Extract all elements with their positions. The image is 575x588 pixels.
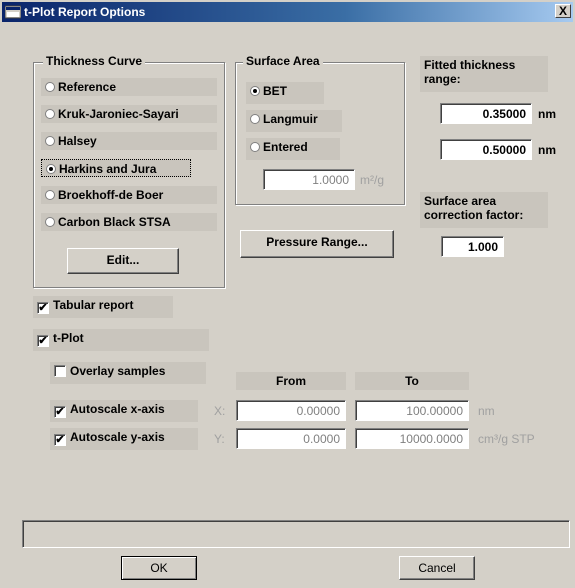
status-bar bbox=[22, 520, 570, 548]
checkbox-box bbox=[54, 365, 66, 377]
radio-carbon-black-stsa[interactable]: Carbon Black STSA bbox=[41, 213, 217, 231]
radio-label: Broekhoff-de Boer bbox=[58, 188, 164, 202]
radio-langmuir[interactable]: Langmuir bbox=[246, 110, 342, 132]
radio-circle bbox=[45, 82, 55, 92]
radio-entered[interactable]: Entered bbox=[246, 138, 340, 160]
radio-circle bbox=[45, 109, 55, 119]
fitted-thickness-label: Fitted thickness range: bbox=[420, 56, 548, 92]
radio-circle-selected bbox=[250, 86, 260, 96]
cancel-button-label: Cancel bbox=[418, 561, 456, 575]
x-axis-label: X: bbox=[214, 404, 226, 418]
radio-label: Carbon Black STSA bbox=[58, 215, 171, 229]
radio-harkins-and-jura[interactable]: Harkins and Jura bbox=[41, 159, 191, 177]
to-column-header: To bbox=[355, 372, 469, 390]
tabular-report-checkbox[interactable]: ✔ Tabular report bbox=[33, 296, 173, 318]
x-axis-to-field[interactable]: 100.00000 bbox=[355, 400, 469, 421]
autoscale-y-axis-checkbox[interactable]: ✔ Autoscale y-axis bbox=[50, 428, 198, 450]
y-axis-unit: cm³/g STP bbox=[478, 432, 535, 446]
ok-button-label: OK bbox=[150, 561, 168, 575]
autoscale-x-axis-checkbox[interactable]: ✔ Autoscale x-axis bbox=[50, 400, 198, 422]
radio-circle-selected bbox=[46, 164, 56, 174]
fitted-thickness-max-field[interactable]: 0.50000 bbox=[440, 139, 532, 160]
radio-circle bbox=[250, 142, 260, 152]
surface-area-legend: Surface Area bbox=[243, 54, 323, 68]
edit-button-label: Edit... bbox=[106, 253, 140, 267]
radio-label: Langmuir bbox=[263, 112, 318, 126]
tabular-report-label: Tabular report bbox=[53, 298, 134, 312]
fitted-thickness-label-text: Fitted thickness range: bbox=[424, 58, 516, 86]
autoscale-y-axis-label: Autoscale y-axis bbox=[70, 430, 165, 444]
thickness-curve-legend: Thickness Curve bbox=[43, 54, 146, 68]
overlay-samples-label: Overlay samples bbox=[70, 364, 166, 378]
x-axis-from-field[interactable]: 0.00000 bbox=[236, 400, 346, 421]
radio-label: Reference bbox=[58, 80, 117, 94]
close-button[interactable]: X bbox=[555, 4, 571, 18]
entered-surface-area-unit: m²/g bbox=[360, 173, 384, 187]
overlay-samples-checkbox[interactable]: Overlay samples bbox=[50, 362, 206, 384]
radio-halsey[interactable]: Halsey bbox=[41, 132, 217, 150]
fitted-thickness-min-unit: nm bbox=[538, 107, 556, 121]
t-plot-checkbox[interactable]: ✔ t-Plot bbox=[33, 329, 209, 351]
fitted-thickness-max-unit: nm bbox=[538, 143, 556, 157]
checkmark-icon: ✔ bbox=[54, 406, 66, 418]
pressure-range-label: Pressure Range... bbox=[266, 235, 368, 249]
checkmark-icon: ✔ bbox=[54, 434, 66, 446]
radio-circle bbox=[45, 190, 55, 200]
fitted-thickness-min-field[interactable]: 0.35000 bbox=[440, 103, 532, 124]
pressure-range-button[interactable]: Pressure Range... bbox=[240, 230, 394, 258]
radio-bet[interactable]: BET bbox=[246, 82, 324, 104]
t-plot-label: t-Plot bbox=[53, 331, 84, 345]
from-column-header: From bbox=[236, 372, 346, 390]
y-axis-from-field[interactable]: 0.0000 bbox=[236, 428, 346, 449]
correction-factor-label: Surface area correction factor: bbox=[420, 192, 548, 228]
ok-button[interactable]: OK bbox=[121, 556, 197, 580]
window-title: t-Plot Report Options bbox=[24, 5, 146, 19]
radio-label: Entered bbox=[263, 140, 308, 154]
radio-reference[interactable]: Reference bbox=[41, 78, 217, 96]
radio-label: Kruk-Jaroniec-Sayari bbox=[58, 107, 179, 121]
t-plot-report-options-dialog: t-Plot Report Options X Thickness Curve … bbox=[0, 0, 575, 588]
edit-button[interactable]: Edit... bbox=[67, 248, 179, 274]
x-axis-unit: nm bbox=[478, 404, 495, 418]
y-axis-to-field[interactable]: 10000.0000 bbox=[355, 428, 469, 449]
radio-circle bbox=[250, 114, 260, 124]
autoscale-x-axis-label: Autoscale x-axis bbox=[70, 402, 165, 416]
radio-label: Halsey bbox=[58, 134, 97, 148]
radio-label: BET bbox=[263, 84, 287, 98]
title-bar[interactable]: t-Plot Report Options X bbox=[2, 2, 573, 22]
y-axis-label: Y: bbox=[214, 432, 225, 446]
entered-surface-area-field[interactable]: 1.0000 bbox=[263, 169, 355, 190]
radio-kruk-jaroniec-sayari[interactable]: Kruk-Jaroniec-Sayari bbox=[41, 105, 217, 123]
correction-factor-field[interactable]: 1.000 bbox=[441, 236, 504, 257]
window-icon bbox=[5, 5, 21, 19]
checkmark-icon: ✔ bbox=[37, 335, 49, 347]
checkmark-icon: ✔ bbox=[37, 302, 49, 314]
cancel-button[interactable]: Cancel bbox=[399, 556, 475, 580]
radio-circle bbox=[45, 136, 55, 146]
radio-circle bbox=[45, 217, 55, 227]
radio-label: Harkins and Jura bbox=[59, 162, 157, 176]
correction-factor-label-text: Surface area correction factor: bbox=[424, 194, 524, 222]
radio-broekhoff-de-boer[interactable]: Broekhoff-de Boer bbox=[41, 186, 217, 204]
